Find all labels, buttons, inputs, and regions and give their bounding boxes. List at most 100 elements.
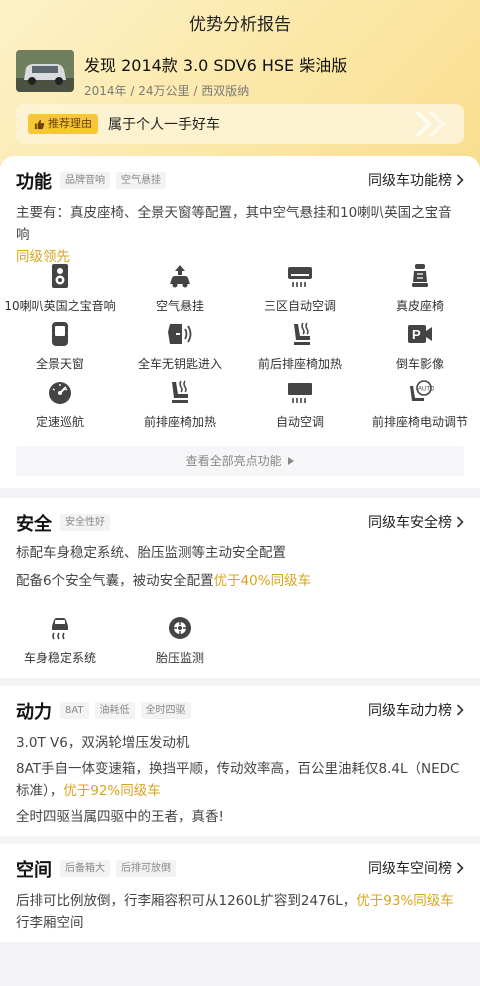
description-line: 3.0T V6，双涡轮增压发动机 (16, 735, 190, 751)
recommendation-tag: 推荐理由 (28, 114, 98, 134)
feature-label: 全车无钥匙进入 (137, 357, 222, 371)
chevron-right-icon (456, 174, 464, 186)
tag-list: 8AT 油耗低 全时四驱 (60, 702, 191, 719)
feature-label: 胎压监测 (155, 651, 204, 665)
car-year: 2014年 (84, 84, 127, 98)
feature-label: 前后排座椅加热 (257, 357, 342, 371)
feature-item[interactable]: AUTO 前排座椅电动调节 (360, 378, 480, 436)
power-rank-link[interactable]: 同级车动力榜 (368, 700, 464, 720)
section-title: 功能 (16, 172, 52, 193)
chevron-right-icon (456, 516, 464, 528)
see-all-label: 查看全部亮点功能 (185, 454, 282, 468)
car-name: 发现 2014款 3.0 SDV6 HSE 柴油版 (84, 56, 348, 75)
see-all-features-button[interactable]: 查看全部亮点功能 (16, 446, 464, 476)
feature-item[interactable]: 空气悬挂 (120, 262, 240, 320)
feature-label: 空气悬挂 (155, 299, 204, 313)
description-text: 行李厢空间 (16, 915, 84, 931)
description-line: 全时四驱当属四驱中的王者，真香! (16, 809, 224, 825)
description-text: 主要有：真皮座椅、全景天窗等配置，其中空气悬挂和10喇叭英国之宝音响 (16, 205, 452, 243)
description-highlight: 优于40%同级车 (213, 573, 312, 589)
feature-item[interactable]: 真皮座椅 (360, 262, 480, 320)
description-text: 配备6个安全气囊，被动安全配置 (16, 573, 214, 589)
ac-icon (288, 267, 312, 287)
rank-link-label: 同级车安全榜 (368, 515, 452, 531)
car-location: 西双版纳 (201, 84, 250, 98)
air-suspension-icon (170, 265, 190, 288)
description-line-with-highlight: 8AT手自一体变速箱，换挡平顺，传动效率高，百公里油耗仅8.4L（NEDC标准）… (16, 758, 464, 802)
speaker-icon (52, 264, 68, 288)
svg-text:AUTO: AUTO (418, 387, 434, 393)
svg-text:P: P (412, 327, 421, 342)
feature-grid: 10喇叭英国之宝音响 空气悬挂 三区自动空调 真皮座椅 全景天窗 全车无钥匙进入… (0, 262, 480, 436)
description-line-with-highlight: 配备6个安全气囊，被动安全配置优于40%同级车 (16, 570, 464, 592)
chevron-right-icon (456, 704, 464, 716)
feature-item[interactable]: 10喇叭英国之宝音响 (0, 262, 120, 320)
tag: 空气悬挂 (116, 172, 166, 189)
feature-item[interactable]: 定速巡航 (0, 378, 120, 436)
feature-label: 真皮座椅 (395, 299, 444, 313)
feature-item[interactable]: 前排座椅加热 (120, 378, 240, 436)
feature-item[interactable]: 全景天窗 (0, 320, 120, 378)
car-meta: 2014年 / 24万公里 / 西双版纳 (84, 82, 347, 99)
leather-seat-icon (412, 264, 428, 287)
space-rank-link[interactable]: 同级车空间榜 (368, 858, 464, 878)
tag: 全时四驱 (140, 702, 191, 719)
space-card: 空间 后备箱大 后排可放倒 同级车空间榜 后排可比例放倒，行李厢容积可从1260… (0, 844, 480, 942)
tag-list: 安全性好 (60, 514, 110, 531)
space-description: 后排可比例放倒，行李厢容积可从1260L扩容到2476L，优于93%同级车行李厢… (0, 890, 480, 934)
feature-label: 车身稳定系统 (23, 651, 96, 665)
panoramic-roof-icon (52, 322, 68, 346)
tag: 8AT (60, 702, 89, 719)
car-thumbnail[interactable] (16, 50, 74, 92)
feature-item[interactable]: 前后排座椅加热 (240, 320, 360, 378)
feature-label: 前排座椅加热 (143, 415, 216, 429)
section-title: 安全 (16, 514, 52, 535)
auto-ac-icon (288, 383, 312, 403)
feature-label: 自动空调 (275, 415, 324, 429)
feature-item[interactable]: 车身稳定系统 (0, 614, 120, 672)
tag-list: 后备箱大 后排可放倒 (60, 860, 176, 877)
power-description: 3.0T V6，双涡轮增压发动机 8AT手自一体变速箱，换挡平顺，传动效率高，百… (0, 732, 480, 828)
function-description: 主要有：真皮座椅、全景天窗等配置，其中空气悬挂和10喇叭英国之宝音响 同级领先 (0, 202, 480, 268)
rank-link-label: 同级车动力榜 (368, 703, 452, 719)
rank-link-label: 同级车功能榜 (368, 173, 452, 189)
safety-rank-link[interactable]: 同级车安全榜 (368, 512, 464, 532)
rank-link-label: 同级车空间榜 (368, 861, 452, 877)
section-title: 动力 (16, 702, 52, 723)
feature-item[interactable]: P 倒车影像 (360, 320, 480, 378)
feature-item[interactable]: 自动空调 (240, 378, 360, 436)
feature-item[interactable]: 全车无钥匙进入 (120, 320, 240, 378)
feature-label: 三区自动空调 (263, 299, 336, 313)
tag: 安全性好 (60, 514, 110, 531)
feature-item[interactable]: 胎压监测 (120, 614, 240, 672)
seat-heating-icon (294, 322, 310, 345)
feature-label: 全景天窗 (35, 357, 84, 371)
tag: 后备箱大 (60, 860, 110, 877)
chevron-right-icon (456, 862, 464, 874)
function-card: 功能 品牌音响 空气悬挂 同级车功能榜 主要有：真皮座椅、全景天窗等配置，其中空… (0, 156, 480, 488)
feature-label: 定速巡航 (35, 415, 84, 429)
feature-label: 前排座椅电动调节 (371, 415, 468, 429)
function-rank-link[interactable]: 同级车功能榜 (368, 170, 464, 190)
feature-item[interactable]: 三区自动空调 (240, 262, 360, 320)
section-title: 空间 (16, 860, 52, 881)
car-summary[interactable]: 发现 2014款 3.0 SDV6 HSE 柴油版 2014年 / 24万公里 … (16, 50, 464, 99)
tag: 后排可放倒 (116, 860, 176, 877)
feature-label: 倒车影像 (395, 357, 444, 371)
tag-list: 品牌音响 空气悬挂 (60, 172, 166, 189)
recommendation-text: 属于个人一手好车 (108, 117, 220, 133)
triangle-right-icon (288, 457, 295, 465)
front-seat-heating-icon (172, 380, 188, 403)
description-line: 标配车身稳定系统、胎压监测等主动安全配置 (16, 545, 286, 561)
page-title: 优势分析报告 (189, 15, 291, 35)
reverse-camera-icon: P (408, 325, 432, 343)
description-highlight: 优于92%同级车 (63, 783, 161, 799)
power-seat-icon: AUTO (410, 380, 434, 401)
description-text: 后排可比例放倒，行李厢容积可从1260L扩容到2476L， (16, 893, 357, 909)
power-card: 动力 8AT 油耗低 全时四驱 同级车动力榜 3.0T V6，双涡轮增压发动机 … (0, 686, 480, 836)
recommendation-bar: 推荐理由 属于个人一手好车 (16, 104, 464, 144)
tag: 油耗低 (94, 702, 135, 719)
cruise-control-icon (49, 382, 71, 404)
decorative-chevrons-icon (414, 112, 446, 136)
stability-control-icon (52, 618, 68, 640)
